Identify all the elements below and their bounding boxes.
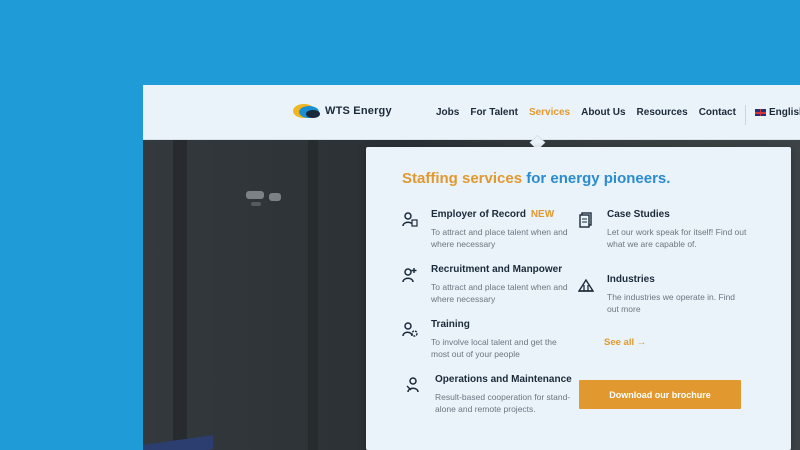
logo-text: WTS Energy — [325, 105, 392, 117]
menu-item-title: Operations and Maintenance — [435, 374, 572, 385]
nav-for-talent[interactable]: For Talent — [470, 107, 518, 118]
main-nav: Jobs For Talent Services About Us Resour… — [436, 107, 747, 118]
services-mega-menu: Staffing services for energy pioneers. E… — [366, 147, 791, 450]
see-all-link[interactable]: See all → — [604, 337, 646, 348]
industry-icon — [578, 278, 594, 292]
menu-item-industries[interactable]: Industries The industries we operate in.… — [578, 274, 735, 319]
site-header: WTS Energy Jobs For Talent Services Abou… — [143, 85, 800, 140]
menu-item-employer-of-record[interactable]: Employer of Record NEW To attract and pl… — [402, 209, 568, 254]
nav-services[interactable]: Services — [529, 107, 570, 118]
logo-mark-icon — [293, 104, 320, 118]
nav-divider — [745, 105, 746, 125]
uk-flag-icon — [755, 109, 766, 116]
person-wrench-icon — [406, 377, 419, 393]
hero-light — [246, 191, 264, 199]
menu-item-description: To attract and place talent when and whe… — [431, 227, 568, 249]
menu-item-description: To attract and place talent when and whe… — [431, 282, 568, 304]
mega-menu-heading: Staffing services for energy pioneers. — [402, 170, 670, 187]
browser-viewport: WTS Energy Jobs For Talent Services Abou… — [143, 85, 800, 450]
language-selector[interactable]: English — [755, 107, 800, 118]
nav-about-us[interactable]: About Us — [581, 107, 625, 118]
nav-contact[interactable]: Contact — [699, 107, 736, 118]
wts-energy-logo[interactable]: WTS Energy — [292, 99, 392, 123]
nav-resources[interactable]: Resources — [637, 107, 688, 118]
menu-item-title: Case Studies — [607, 209, 670, 220]
menu-item-description: The industries we operate in. Find out m… — [607, 292, 736, 314]
download-brochure-button[interactable]: Download our brochure — [579, 380, 741, 409]
hero-light — [251, 202, 261, 206]
menu-item-description: Result-based cooperation for stand-alone… — [435, 392, 571, 414]
hero-light — [269, 193, 281, 201]
person-gear-icon — [402, 322, 418, 337]
heading-highlight: Staffing services — [402, 170, 523, 187]
new-badge: NEW — [530, 209, 555, 220]
person-plus-icon — [402, 268, 417, 283]
hero-pillar — [173, 140, 187, 450]
documents-icon — [579, 212, 592, 228]
menu-item-title: Training — [431, 319, 470, 330]
menu-item-description: To involve local talent and get the most… — [431, 337, 557, 359]
menu-item-title: Recruitment and Manpower — [431, 264, 563, 275]
language-label: English — [769, 107, 800, 118]
nav-jobs[interactable]: Jobs — [436, 107, 459, 118]
heading-rest: for energy pioneers. — [526, 170, 671, 187]
menu-item-case-studies[interactable]: Case Studies Let our work speak for itse… — [578, 209, 746, 254]
menu-item-title: Employer of Record NEW — [431, 209, 555, 220]
menu-item-title: Industries — [607, 274, 655, 285]
hero-pillar — [308, 140, 318, 450]
menu-item-recruitment-and-manpower[interactable]: Recruitment and Manpower To attract and … — [402, 264, 568, 309]
menu-item-description: Let our work speak for itself! Find out … — [607, 227, 747, 249]
menu-item-training[interactable]: Training To involve local talent and get… — [402, 319, 557, 364]
menu-item-operations-and-maintenance[interactable]: Operations and Maintenance Result-based … — [406, 374, 572, 419]
person-document-icon — [402, 212, 418, 227]
